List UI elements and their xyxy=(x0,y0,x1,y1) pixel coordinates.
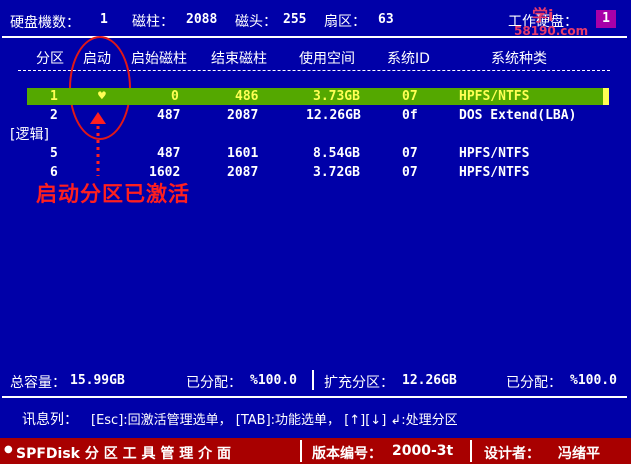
summary-divider xyxy=(312,370,314,390)
sectors-label: 扇区： xyxy=(324,14,366,30)
allocated2-label: 已分配： xyxy=(506,375,562,391)
status-dot-icon: ● xyxy=(4,444,13,455)
selection-cursor xyxy=(603,88,609,105)
row1-size: 3.73GB xyxy=(313,89,360,104)
row5-id: 07 xyxy=(402,146,418,161)
row6-type: HPFS/NTFS xyxy=(459,165,530,180)
current-disk-value[interactable]: 1 xyxy=(596,10,616,28)
allocated-value: %100.0 xyxy=(250,373,297,388)
status-divider-1 xyxy=(300,440,302,462)
row2-start: 487 xyxy=(157,108,181,123)
designer-value: 冯绪平 xyxy=(558,446,600,462)
red-arrow-icon xyxy=(90,112,106,176)
heads-label: 磁头： xyxy=(235,14,277,30)
extended-value: 12.26GB xyxy=(402,373,457,388)
version-label: 版本编号： xyxy=(312,446,382,462)
extended-label: 扩充分区： xyxy=(324,375,394,391)
allocated2-value: %100.0 xyxy=(570,373,617,388)
header-used-space: 使用空间 xyxy=(299,51,355,67)
row5-start: 487 xyxy=(157,146,181,161)
row2-type: DOS Extend(LBA) xyxy=(459,108,577,123)
row1-partition: 1 xyxy=(50,89,58,104)
cylinders-value: 2088 xyxy=(186,12,218,27)
total-capacity-label: 总容量： xyxy=(10,375,66,391)
row6-end: 2087 xyxy=(227,165,259,180)
row2-partition[interactable]: 2 xyxy=(50,108,58,123)
row2-id: 0f xyxy=(402,108,418,123)
heads-value: 255 xyxy=(283,12,307,27)
row5-size: 8.54GB xyxy=(313,146,360,161)
message-text: [Esc]:回激活管理选单， [TAB]:功能选单， [↑][↓] ↲:处理分区 xyxy=(91,413,458,428)
status-bar: ● SPFDisk 分 区 工 具 管 理 介 面 版本编号： 2000-3t … xyxy=(0,438,631,464)
header-end-cylinder: 结束磁柱 xyxy=(211,51,267,67)
sectors-value: 63 xyxy=(378,12,394,27)
version-value: 2000-3t xyxy=(392,443,454,459)
boot-heart-icon: ♥ xyxy=(98,89,106,104)
disk-info-bar: 硬盘機数： xyxy=(10,12,80,32)
row5-end: 1601 xyxy=(227,146,259,161)
cylinders-label: 磁柱： xyxy=(132,14,174,30)
row1-start: 0 xyxy=(171,89,179,104)
watermark-top: 学i xyxy=(532,6,554,25)
disk-count-value: 1 xyxy=(100,12,108,27)
row6-id: 07 xyxy=(402,165,418,180)
row5-type: HPFS/NTFS xyxy=(459,146,530,161)
app-name: SPFDisk 分 区 工 具 管 理 介 面 xyxy=(16,446,231,462)
row1-id: 07 xyxy=(402,89,418,104)
disk-count-label: 硬盘機数： xyxy=(10,15,80,31)
row6-size: 3.72GB xyxy=(313,165,360,180)
header-partition: 分区 xyxy=(36,51,64,67)
status-divider-2 xyxy=(470,440,472,462)
row1-end: 486 xyxy=(235,89,259,104)
allocated-label: 已分配： xyxy=(186,375,242,391)
designer-label: 设计者： xyxy=(484,446,540,462)
row2-size: 12.26GB xyxy=(306,108,361,123)
spfdisk-screen: 硬盘機数： 1 磁柱： 2088 磁头： 255 扇区： 63 工作硬盘： 1 … xyxy=(0,0,631,464)
header-start-cylinder: 启始磁柱 xyxy=(131,51,187,67)
row1-type: HPFS/NTFS xyxy=(459,89,530,104)
message-label: 讯息列： xyxy=(22,412,78,428)
row2-end: 2087 xyxy=(227,108,259,123)
message-separator xyxy=(2,396,627,398)
header-system-type: 系统种类 xyxy=(491,51,547,67)
header-system-id: 系统ID xyxy=(387,51,430,67)
logical-label: [逻辑] xyxy=(10,127,49,143)
total-capacity-value: 15.99GB xyxy=(70,373,125,388)
row5-partition[interactable]: 5 xyxy=(50,146,58,161)
boot-activated-annotation: 启动分区已激活 xyxy=(36,182,190,206)
